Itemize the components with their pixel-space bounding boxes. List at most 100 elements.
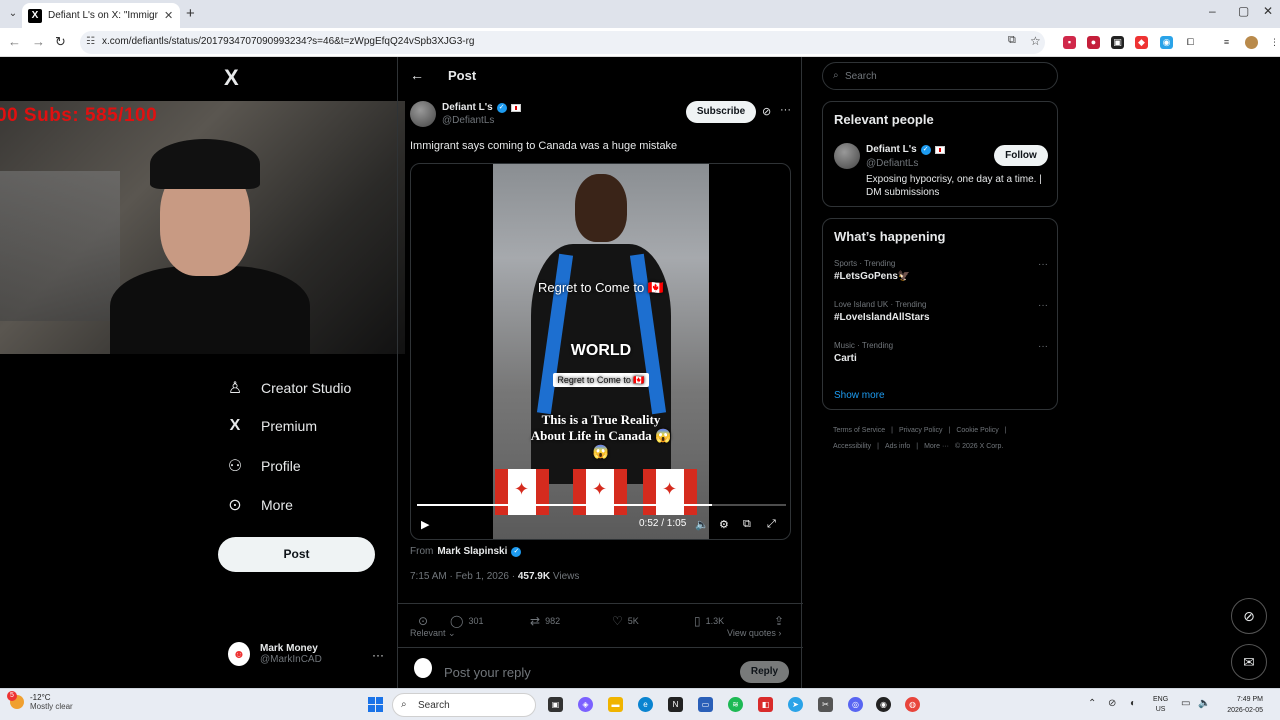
trend-item[interactable]: Music · Trending Carti ··· <box>834 341 1048 364</box>
forward-arrow-icon[interactable]: → <box>32 34 45 49</box>
copilot-icon[interactable]: ◈ <box>578 697 593 712</box>
messages-envelope-icon[interactable]: ✉ <box>1231 644 1267 680</box>
volume-icon[interactable]: 🔈 <box>695 518 709 531</box>
bookmark-star-icon[interactable]: ☆ <box>1030 34 1041 48</box>
extension-icon[interactable]: ▪ <box>1063 36 1076 49</box>
tab-close-icon[interactable]: ✕ <box>164 9 174 22</box>
avatar[interactable] <box>410 101 436 127</box>
tray-network-icon[interactable]: ⊘ <box>1108 698 1116 709</box>
edge-icon[interactable]: e <box>638 697 653 712</box>
minimize-icon[interactable]: – <box>1209 4 1216 18</box>
account-more-icon[interactable]: ··· <box>372 648 384 662</box>
new-tab-button[interactable]: + <box>186 5 195 22</box>
extension-icon[interactable]: ◆ <box>1135 36 1148 49</box>
tray-chevron-icon[interactable]: ⌃ <box>1088 698 1096 709</box>
grok-icon[interactable]: ⊘ <box>762 105 771 118</box>
grok-analyze-button[interactable]: ⊙ <box>418 614 428 628</box>
view-quotes-link[interactable]: View quotes › <box>727 628 781 638</box>
fullscreen-icon[interactable]: ⤢ <box>767 518 776 531</box>
site-info-icon[interactable]: ☷ <box>86 36 95 47</box>
post-timestamp[interactable]: 7:15 AM · Feb 1, 2026 · <box>410 571 518 582</box>
subscribe-button[interactable]: Subscribe <box>686 101 756 123</box>
bookmark-button[interactable]: ▯ 1.3K <box>694 614 724 628</box>
browser-tab[interactable]: X Defiant L's on X: "Immigrant sa ✕ <box>22 3 180 28</box>
file-explorer-icon[interactable]: ▬ <box>608 697 623 712</box>
taskbar-search[interactable]: ⌕ Search <box>392 693 536 717</box>
spotify-icon[interactable]: ≋ <box>728 697 743 712</box>
play-icon[interactable]: ▶ <box>421 518 429 531</box>
footer-link[interactable]: Accessibility <box>833 443 871 450</box>
app-icon[interactable]: ◧ <box>758 697 773 712</box>
show-more-link[interactable]: Show more <box>834 390 885 401</box>
search-input[interactable]: ⌕ Search <box>822 62 1058 90</box>
sort-replies-dropdown[interactable]: Relevant ⌄ <box>410 628 456 639</box>
extension-icon[interactable]: ● <box>1087 36 1100 49</box>
follow-button[interactable]: Follow <box>994 145 1048 166</box>
reload-icon[interactable]: ↻ <box>55 34 66 50</box>
app-icon[interactable]: ◉ <box>876 697 891 712</box>
more-options-icon[interactable]: ··· <box>1038 300 1048 311</box>
nav-item-premium[interactable]: X Premium <box>225 417 317 435</box>
trend-item[interactable]: Love Island UK · Trending #LoveIslandAll… <box>834 300 1048 323</box>
reply-submit-button[interactable]: Reply <box>740 661 789 683</box>
extensions-puzzle-icon[interactable]: ⧠ <box>1184 36 1197 49</box>
person-name-row[interactable]: Defiant L's ✓ <box>866 144 945 155</box>
url-text[interactable]: x.com/defiantls/status/20179347070909932… <box>102 36 474 47</box>
person-name[interactable]: Defiant L's <box>866 144 917 155</box>
back-arrow-icon[interactable]: ← <box>410 67 424 83</box>
video-player[interactable]: Regret to Come to 🇨🇦 WORLD Regret to Com… <box>410 163 791 540</box>
maximize-icon[interactable]: ▢ <box>1238 4 1249 18</box>
profile-avatar[interactable] <box>1245 36 1258 49</box>
author-name[interactable]: Defiant L's <box>442 102 493 113</box>
discord-icon[interactable]: ◎ <box>848 697 863 712</box>
from-author[interactable]: Mark Slapinski <box>437 546 507 557</box>
telegram-icon[interactable]: ➤ <box>788 697 803 712</box>
video-progress-bar[interactable] <box>417 504 786 506</box>
tray-app-icon[interactable]: ◐ <box>1130 698 1136 709</box>
address-bar[interactable]: ☷ x.com/defiantls/status/201793470709099… <box>80 31 1045 54</box>
nav-item-profile[interactable]: ⚇ Profile <box>225 456 301 476</box>
language-indicator[interactable]: ENG US <box>1153 695 1168 715</box>
avatar[interactable] <box>834 143 860 169</box>
grok-fab-icon[interactable]: ⊘ <box>1231 598 1267 634</box>
like-button[interactable]: ♡ 5K <box>612 614 639 628</box>
reply-button[interactable]: ◯ 301 <box>450 614 483 628</box>
footer-link[interactable]: More ··· <box>924 443 949 450</box>
install-app-icon[interactable]: ⧉ <box>1008 34 1016 47</box>
more-options-icon[interactable]: ··· <box>780 104 791 116</box>
browser-menu-icon[interactable]: ⋮ <box>1268 36 1280 49</box>
footer-link[interactable]: Privacy Policy <box>899 427 943 434</box>
weather-widget[interactable]: 5 -12°C Mostly clear <box>7 691 73 711</box>
repost-button[interactable]: ⇄ 982 <box>530 614 560 628</box>
more-options-icon[interactable]: ··· <box>1038 259 1048 270</box>
reading-list-icon[interactable]: ≡ <box>1220 36 1233 49</box>
footer-link[interactable]: Terms of Service <box>833 427 885 434</box>
reply-input[interactable]: Post your reply <box>444 665 531 680</box>
extension-icon[interactable]: ◉ <box>1160 36 1173 49</box>
post-button[interactable]: Post <box>218 537 375 572</box>
back-arrow-icon[interactable]: ← <box>8 34 21 49</box>
author-handle[interactable]: @DefiantLs <box>442 115 494 126</box>
snipping-tool-icon[interactable]: ✂ <box>818 697 833 712</box>
tray-display-icon[interactable]: ▭ <box>1181 698 1190 709</box>
footer-link[interactable]: Cookie Policy <box>956 427 998 434</box>
nav-item-creator-studio[interactable]: ♙ Creator Studio <box>225 378 351 398</box>
trend-item[interactable]: Sports · Trending #LetsGoPens🦅 ··· <box>834 259 1048 282</box>
extension-icon[interactable]: ▣ <box>1111 36 1124 49</box>
nav-item-more[interactable]: ⊙ More <box>225 495 293 515</box>
tab-search-icon[interactable]: ⌄ <box>4 5 22 23</box>
chrome-icon[interactable]: ◍ <box>905 697 920 712</box>
windows-start-icon[interactable] <box>368 697 383 712</box>
close-window-icon[interactable]: ✕ <box>1263 4 1273 18</box>
share-button[interactable]: ⇪ <box>774 614 784 628</box>
footer-link[interactable]: Ads info <box>885 443 910 450</box>
person-handle[interactable]: @DefiantLs <box>866 158 918 169</box>
settings-gear-icon[interactable]: ⚙ <box>719 518 729 531</box>
app-icon[interactable]: ▭ <box>698 697 713 712</box>
author-name-row[interactable]: Defiant L's ✓ <box>442 102 521 113</box>
taskbar-clock[interactable]: 7:49 PM 2026-02-05 <box>1219 694 1263 716</box>
x-logo-icon[interactable]: X <box>224 65 239 91</box>
more-options-icon[interactable]: ··· <box>1038 341 1048 352</box>
app-icon[interactable]: N <box>668 697 683 712</box>
task-view-icon[interactable]: ▣ <box>548 697 563 712</box>
